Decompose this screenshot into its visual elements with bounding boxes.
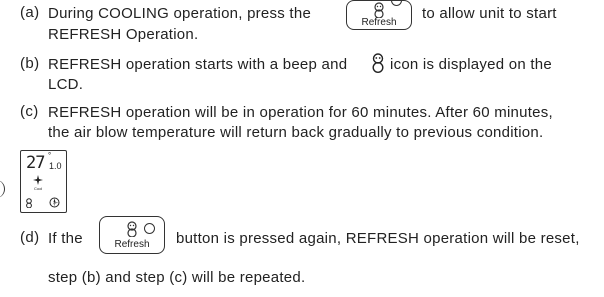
step-a-text-1: During COOLING operation, press the xyxy=(48,5,312,22)
lcd-degree: ° xyxy=(48,151,52,160)
figure-edge xyxy=(0,180,5,198)
lcd-decimal: 1.0 xyxy=(49,161,62,171)
refresh-button-2[interactable]: Refresh xyxy=(99,216,165,254)
lcd-display: 27 ° 1.0 Cool xyxy=(20,150,67,213)
step-b-text-3: LCD. xyxy=(48,76,84,93)
indicator-dot xyxy=(144,223,155,234)
lcd-refresh-fan-icon xyxy=(49,197,60,208)
lcd-mode-caption: Cool xyxy=(34,186,43,191)
lcd-temperature: 27 xyxy=(26,153,46,173)
snowman-icon xyxy=(372,53,384,73)
lcd-snowman-icon xyxy=(26,198,32,208)
refresh-button-label: Refresh xyxy=(361,17,397,28)
snowman-refresh-icon xyxy=(127,221,137,237)
step-d-text-1: If the xyxy=(48,230,83,247)
step-d-text-2: button is pressed again, REFRESH operati… xyxy=(176,230,580,247)
step-d-label: (d) xyxy=(20,229,40,246)
refresh-button[interactable]: Refresh xyxy=(346,0,412,30)
step-c-text-1: REFRESH operation will be in operation f… xyxy=(48,104,553,121)
step-a-label: (a) xyxy=(20,4,40,21)
fan-icon xyxy=(33,175,43,185)
step-b-text-1: REFRESH operation starts with a beep and xyxy=(48,56,348,73)
step-d-text-3: step (b) and step (c) will be repeated. xyxy=(48,269,306,286)
step-b-text-2: icon is displayed on the xyxy=(390,56,552,73)
step-c-text-2: the air blow temperature will return bac… xyxy=(48,124,544,141)
step-a-text-2: to allow unit to start xyxy=(422,5,557,22)
step-b-label: (b) xyxy=(20,55,40,72)
step-c-label: (c) xyxy=(20,103,39,120)
indicator-dot xyxy=(391,0,402,6)
step-a-text-3: REFRESH Operation. xyxy=(48,26,199,43)
refresh-button-label: Refresh xyxy=(114,239,150,250)
snowman-refresh-icon xyxy=(374,2,384,18)
